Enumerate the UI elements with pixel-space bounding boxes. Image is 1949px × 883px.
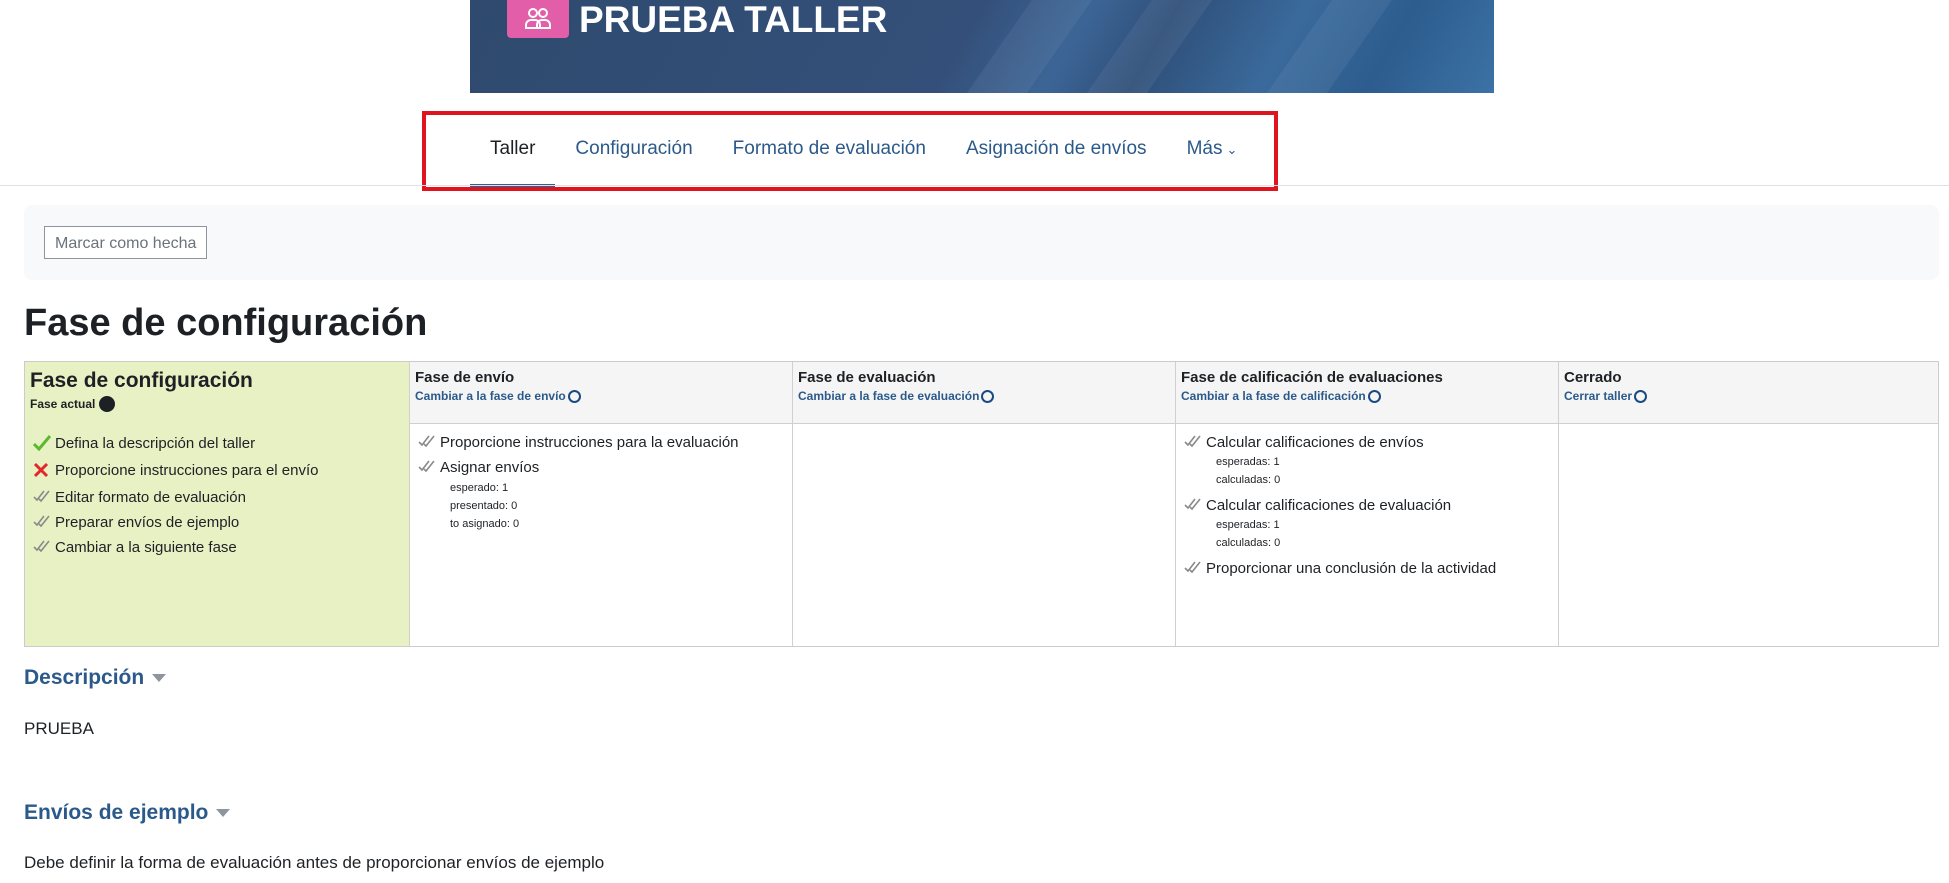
course-header-banner: PRUEBA TALLER [470,0,1494,93]
current-phase-dot-icon [99,396,116,412]
current-phase-indicator: Fase actual [30,396,404,412]
phase-evaluation: Fase de calificación de evaluaciones Cam… [1175,362,1558,646]
phase-header: Fase de envío Cambiar a la fase de envío [410,362,792,424]
task-item: Calcular calificaciones de evaluación es… [1184,497,1553,552]
switch-phase-label: Cambiar a la fase de evaluación [798,389,980,403]
phase-tasks: Calcular calificaciones de envíos espera… [1176,424,1558,646]
task-label: Defina la descripción del taller [55,435,256,452]
phase-setup: Fase de configuración Fase actual Defina… [25,362,409,646]
task-label: Proporcionar una conclusión de la activi… [1206,560,1497,577]
switch-phase-circle-icon [981,389,995,403]
switch-phase-label: Cambiar a la fase de calificación [1181,389,1366,403]
workshop-phases-table: Fase de configuración Fase actual Defina… [24,361,1939,647]
activity-title: PRUEBA TALLER [579,0,888,40]
double-check-todo-icon [33,489,55,507]
task-item: Proporcionar una conclusión de la activi… [1184,560,1553,578]
task-item: Preparar envíos de ejemplo [33,514,404,532]
task-line: Asignar envíos [418,459,787,477]
phase-header: Cerrado Cerrar taller [1559,362,1938,424]
mark-done-button[interactable]: Marcar como hecha [44,226,208,259]
task-detail: esperadas: 1 [1216,519,1280,531]
double-check-todo-icon [33,514,55,532]
switch-phase-circle-icon [567,389,581,403]
task-detail: calculadas: 0 [1216,474,1281,486]
task-line: Calcular calificaciones de evaluación [1184,497,1553,515]
switch-phase-link[interactable]: Cambiar a la fase de envío [415,389,787,403]
switch-phase-circle-icon [1367,389,1381,403]
task-item: Proporcione instrucciones para la evalua… [418,434,787,452]
description-section-toggle[interactable]: Descripción [24,666,167,690]
phase-header: Fase de configuración Fase actual [25,362,409,424]
task-label: Calcular calificaciones de envíos [1206,434,1424,451]
phase-header: Fase de calificación de evaluaciones Cam… [1176,362,1558,424]
workshop-people-icon [507,0,569,38]
task-label: Proporcione instrucciones para el envío [55,462,319,479]
close-workshop-link[interactable]: Cerrar taller [1564,389,1933,403]
example-submissions-section-toggle[interactable]: Envíos de ejemplo [24,801,231,825]
double-check-todo-icon [1184,560,1206,578]
task-label: Editar formato de evaluación [55,489,246,506]
page-title: Fase de configuración [24,302,428,344]
task-item: Asignar envíos esperado: 1 presentado: 0… [418,459,787,533]
task-detail: presentado: 0 [450,500,518,512]
task-detail: calculadas: 0 [1216,537,1281,549]
task-label: Proporcione instrucciones para la evalua… [440,434,739,451]
switch-phase-label: Cambiar a la fase de envío [415,389,566,403]
task-line: Calcular calificaciones de envíos [1184,434,1553,452]
description-title: Descripción [24,666,145,689]
phase-tasks [793,424,1175,646]
phase-tasks [1559,424,1938,646]
task-item: Cambiar a la siguiente fase [33,539,404,557]
phase-assessment: Fase de evaluación Cambiar a la fase de … [792,362,1175,646]
switch-phase-label: Cerrar taller [1564,389,1633,403]
activity-completion-bar: Marcar como hecha [24,205,1939,280]
switch-phase-link[interactable]: Cambiar a la fase de calificación [1181,389,1553,403]
double-check-todo-icon [33,539,55,557]
phase-closed: Cerrado Cerrar taller [1558,362,1938,646]
caret-down-icon [216,809,231,817]
cross-failed-icon [33,462,55,482]
double-check-todo-icon [1184,497,1206,515]
example-submissions-text: Debe definir la forma de evaluación ante… [24,853,605,872]
example-submissions-title: Envíos de ejemplo [24,801,209,824]
task-detail: esperado: 1 [450,482,509,494]
task-item: Calcular calificaciones de envíos espera… [1184,434,1553,489]
task-item: Editar formato de evaluación [33,489,404,507]
phase-submission: Fase de envío Cambiar a la fase de envío… [409,362,792,646]
task-detail: to asignado: 0 [450,518,520,530]
task-label: Calcular calificaciones de evaluación [1206,497,1452,514]
phase-header: Fase de evaluación Cambiar a la fase de … [793,362,1175,424]
task-label: Asignar envíos [440,459,540,476]
double-check-todo-icon [1184,434,1206,452]
double-check-todo-icon [418,459,440,477]
phase-tasks: Proporcione instrucciones para la evalua… [410,424,792,646]
current-phase-label: Fase actual [30,397,96,411]
caret-down-icon [152,674,167,682]
task-item: Proporcione instrucciones para el envío [33,462,404,482]
description-text: PRUEBA [24,719,94,738]
phase-title: Fase de envío [415,369,515,386]
checkmark-done-icon [32,435,55,455]
nav-highlight-box [422,111,1278,191]
phase-title: Fase de configuración [30,369,253,392]
double-check-todo-icon [418,434,440,452]
task-label: Preparar envíos de ejemplo [55,514,240,531]
nav-divider [0,185,1949,186]
switch-phase-link[interactable]: Cambiar a la fase de evaluación [798,389,1170,403]
phase-title: Fase de calificación de evaluaciones [1181,369,1443,386]
task-label: Cambiar a la siguiente fase [55,539,237,556]
task-item: Defina la descripción del taller [32,435,404,455]
phase-title: Fase de evaluación [798,369,936,386]
phase-title: Cerrado [1564,369,1622,386]
switch-phase-circle-icon [1634,389,1648,403]
phase-tasks: Defina la descripción del taller Proporc… [25,424,409,646]
task-detail: esperadas: 1 [1216,456,1280,468]
